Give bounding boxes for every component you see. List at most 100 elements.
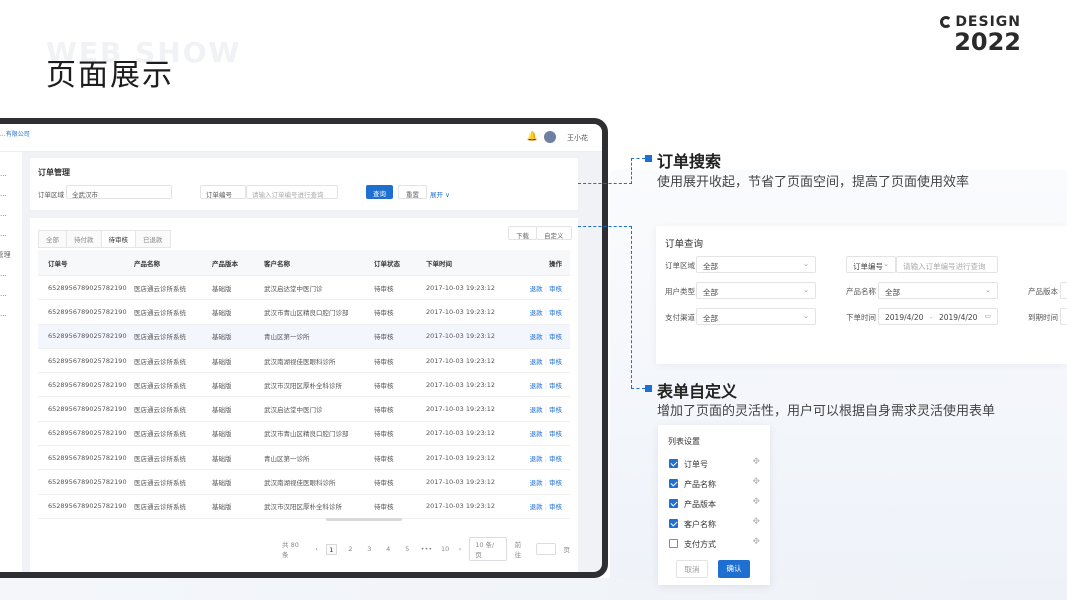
checkbox-product-version[interactable] xyxy=(669,499,678,508)
drag-handle-icon[interactable]: ✥ xyxy=(752,457,760,467)
expire-time-picker[interactable]: 2 xyxy=(1060,308,1067,325)
page-ellipsis[interactable]: ••• xyxy=(421,544,433,555)
refund-link[interactable]: 退款 xyxy=(530,479,543,487)
refund-link[interactable]: 退款 xyxy=(530,358,543,366)
refund-link[interactable]: 退款 xyxy=(530,382,543,390)
table-cell: 2017-10-03 19:23:12 xyxy=(426,429,496,438)
tab-refunded[interactable]: 已退款 xyxy=(135,230,171,248)
tab-all[interactable]: 全部 xyxy=(38,230,67,248)
order-query-panel: 订单查询 订单区域 全部 ⌄ 订单编号 ⌄ 请输入订单编号进行查询 用户类型 全部 ⌄… xyxy=(656,226,1067,364)
checkbox-payment-method[interactable] xyxy=(669,539,678,548)
table-cell: 待审核 xyxy=(374,333,394,342)
table-row[interactable]: 6528956789025782190 医店通云诊所系统 基础版 武汉启达堂中医门诊 待… xyxy=(38,397,570,422)
table-cell: 医店通云诊所系统 xyxy=(134,503,186,512)
refund-link[interactable]: 退款 xyxy=(530,333,543,341)
cancel-button[interactable]: 取消 xyxy=(676,560,708,578)
review-link[interactable]: 审核 xyxy=(549,309,562,317)
region-value: 全武汉市 xyxy=(72,191,98,199)
review-link[interactable]: 审核 xyxy=(549,285,562,293)
next-page-icon[interactable]: › xyxy=(459,545,462,553)
review-link[interactable]: 审核 xyxy=(549,503,562,511)
table-row[interactable]: 6528956789025782190 医店通云诊所系统 基础版 武汉市汉阳区厚朴全科… xyxy=(38,495,570,519)
table-cell: 2017-10-03 19:23:12 xyxy=(426,453,496,462)
sidebar-item[interactable]: ... xyxy=(0,290,7,298)
sidebar: ... ... ... ... ...管理 ... ... ... xyxy=(0,152,22,572)
table-row[interactable]: 6528956789025782190 医店通云诊所系统 基础版 武汉市青山区精良口腔… xyxy=(38,300,570,325)
page-number[interactable]: 2 xyxy=(345,544,356,555)
reset-button[interactable]: 重置 xyxy=(398,185,427,199)
refund-link[interactable]: 退款 xyxy=(530,430,543,438)
avatar[interactable] xyxy=(544,131,556,143)
table-row[interactable]: 6528956789025782190 医店通云诊所系统 基础版 武汉南湖视佳医眼科诊… xyxy=(38,470,570,495)
region-select[interactable]: 全武汉市 xyxy=(66,185,172,199)
checkbox-product-name[interactable] xyxy=(669,479,678,488)
review-link[interactable]: 审核 xyxy=(549,358,562,366)
refund-link[interactable]: 退款 xyxy=(530,503,543,511)
review-link[interactable]: 审核 xyxy=(549,333,562,341)
user-type-select[interactable]: 全部 ⌄ xyxy=(696,282,816,299)
sidebar-item[interactable]: ... xyxy=(0,170,7,178)
date-range-picker[interactable]: 2019/4/20 - 2019/4/20 ▭ xyxy=(878,308,998,325)
sidebar-item[interactable]: ... xyxy=(0,210,7,218)
drag-handle-icon[interactable]: ✥ xyxy=(752,517,760,527)
col-header: 订单状态 xyxy=(374,259,400,268)
pay-channel-select[interactable]: 全部 ⌄ xyxy=(696,308,816,325)
drag-handle-icon[interactable]: ✥ xyxy=(752,477,760,487)
table-row[interactable]: 6528956789025782190 医店通云诊所系统 基础版 青山区第一诊所 待审核… xyxy=(38,324,570,349)
table-row[interactable]: 6528956789025782190 医店通云诊所系统 基础版 武汉市汉阳区厚朴全科… xyxy=(38,373,570,398)
order-field-select[interactable]: 订单编号 ⌄ xyxy=(846,256,896,273)
page-number[interactable]: 5 xyxy=(402,544,413,555)
order-field-select[interactable]: 订单编号 xyxy=(200,185,246,199)
review-link[interactable]: 审核 xyxy=(549,382,562,390)
refund-link[interactable]: 退款 xyxy=(530,455,543,463)
review-link[interactable]: 审核 xyxy=(549,479,562,487)
goto-input[interactable] xyxy=(535,543,556,555)
user-name[interactable]: 王小花 xyxy=(567,133,588,143)
refund-link[interactable]: 退款 xyxy=(530,309,543,317)
refund-link[interactable]: 退款 xyxy=(530,285,543,293)
page-number[interactable]: 3 xyxy=(364,544,375,555)
table-row[interactable]: 6528956789025782190 医店通云诊所系统 基础版 武汉南湖视佳医眼科诊… xyxy=(38,349,570,374)
table-cell: 待审核 xyxy=(374,284,394,293)
sidebar-item-active[interactable]: ... xyxy=(0,190,7,198)
page-number[interactable]: 10 xyxy=(440,544,451,555)
table-header: 订单号 产品名称 产品版本 客户名称 订单状态 下单时间 操作 xyxy=(38,250,570,276)
page-number[interactable]: 4 xyxy=(383,544,394,555)
review-link[interactable]: 审核 xyxy=(549,455,562,463)
prev-page-icon[interactable]: ‹ xyxy=(315,545,318,553)
sidebar-item[interactable]: ...管理 xyxy=(0,250,11,260)
expand-link[interactable]: 展开 ∨ xyxy=(430,189,450,199)
confirm-button[interactable]: 确认 xyxy=(718,560,750,578)
customize-button[interactable]: 自定义 xyxy=(536,226,572,240)
sidebar-item[interactable]: ... xyxy=(0,270,7,278)
table-cell: 医店通云诊所系统 xyxy=(134,357,186,366)
review-link[interactable]: 审核 xyxy=(549,430,562,438)
query-button[interactable]: 查询 xyxy=(366,185,393,199)
order-search-input[interactable]: 请输入订单编号进行查询 xyxy=(896,256,998,273)
sidebar-item[interactable]: ... xyxy=(0,230,7,238)
col-header: 产品版本 xyxy=(212,259,238,268)
review-link[interactable]: 审核 xyxy=(549,406,562,414)
download-button[interactable]: 下载 xyxy=(508,226,537,240)
drag-handle-icon[interactable]: ✥ xyxy=(752,537,760,547)
version-select[interactable]: 全 xyxy=(1060,282,1067,299)
section-title-search: 订单搜索 xyxy=(657,152,722,171)
bell-icon[interactable]: 🔔 xyxy=(527,132,538,142)
product-select[interactable]: 全部 ⌄ xyxy=(878,282,998,299)
checkbox-order-no[interactable] xyxy=(669,459,678,468)
sidebar-item[interactable]: ... xyxy=(0,310,7,318)
order-search-input[interactable]: 请输入订单编号进行查询 xyxy=(246,185,338,199)
region-select[interactable]: 全部 ⌄ xyxy=(696,256,816,273)
tab-unpaid[interactable]: 待付款 xyxy=(66,230,102,248)
page-size-select[interactable]: 10 条/页 xyxy=(469,537,507,561)
table-row[interactable]: 652895678902578219​0 医店通云诊所系统 基础版 武汉启达堂中医门诊… xyxy=(38,276,570,301)
page-number[interactable]: 1 xyxy=(325,543,337,555)
tab-pending[interactable]: 待审核 xyxy=(100,230,136,248)
checkbox-customer-name[interactable] xyxy=(669,519,678,528)
table-row[interactable]: 6528956789025782190 医店通云诊所系统 基础版 青山区第一诊所 待审核… xyxy=(38,446,570,471)
table-cell: 医店通云诊所系统 xyxy=(134,333,186,342)
horizontal-scrollbar[interactable] xyxy=(326,518,402,521)
refund-link[interactable]: 退款 xyxy=(530,406,543,414)
table-row[interactable]: 6528956789025782190 医店通云诊所系统 基础版 武汉市青山区精良口腔… xyxy=(38,422,570,447)
drag-handle-icon[interactable]: ✥ xyxy=(752,497,760,507)
